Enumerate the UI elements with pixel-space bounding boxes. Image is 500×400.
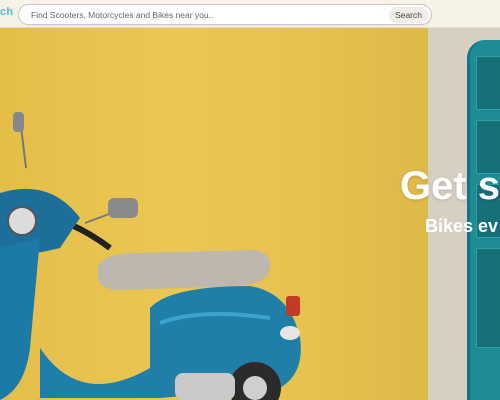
scooter-image <box>0 112 301 400</box>
top-navbar: ch Search <box>0 0 500 28</box>
brand-logo[interactable]: ch <box>0 6 13 18</box>
mirror-icon <box>13 112 24 132</box>
door-pane <box>476 248 500 348</box>
hero-headline: Get s <box>400 164 500 208</box>
hero-subheadline: Bikes ev <box>425 216 499 236</box>
headlight-icon <box>7 206 37 236</box>
door-pane <box>476 56 500 110</box>
search-bar: Search <box>18 4 432 25</box>
search-button[interactable]: Search <box>389 6 428 23</box>
taillight-icon <box>286 296 300 316</box>
search-input[interactable] <box>31 9 390 20</box>
hero-banner: Get s Bikes ev <box>0 28 500 400</box>
